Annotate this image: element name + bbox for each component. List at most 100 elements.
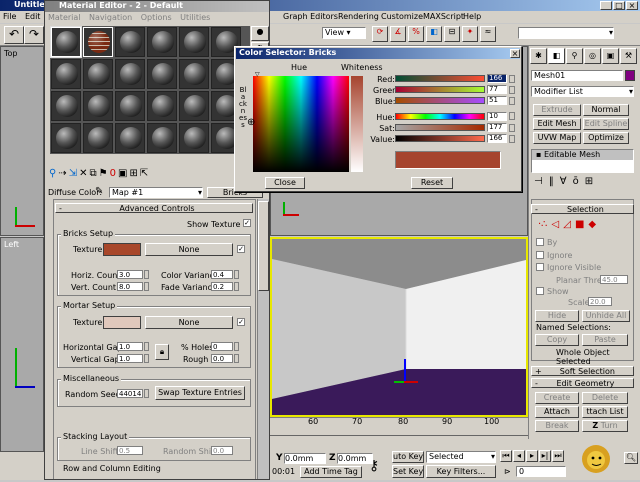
scale-field[interactable]: 20.0 [588,297,612,306]
reset-button[interactable]: Reset [411,177,453,189]
hue-field[interactable]: 10 [487,112,507,121]
color-selector-close-icon[interactable]: × [510,49,520,58]
random-seed-field[interactable]: 44014 [117,389,143,398]
remove-modifier-icon[interactable]: ō [573,176,579,190]
blue-spinner[interactable] [509,97,515,105]
render-icon[interactable]: ✦ [462,26,478,42]
stack-item[interactable]: ▪ Editable Mesh [532,150,633,160]
show-texture-checkbox[interactable]: ✓ [243,219,251,227]
value-field[interactable]: 166 [487,134,507,143]
ignore-visible-checkbox[interactable] [536,263,544,271]
random-shift-field[interactable]: 0.0 [211,446,233,455]
motion-tab-icon[interactable]: ◎ [584,48,601,64]
sat-field[interactable]: 177 [487,123,507,132]
holes-field[interactable]: 0 [211,342,233,351]
attach-button[interactable]: Attach [535,406,579,418]
configure-icon[interactable]: ⊞ [585,176,593,190]
sample-slot[interactable] [115,123,145,153]
copy-button[interactable]: Copy [535,334,579,346]
fade-variance-spinner[interactable] [234,282,239,291]
value-spinner[interactable] [509,135,515,143]
sample-slot[interactable] [147,59,177,89]
hue-slider[interactable] [395,113,485,120]
edit-geometry-rollout-header[interactable]: - Edit Geometry [531,378,634,388]
z-coordinate-field[interactable]: 0.0mm [337,453,373,464]
sample-slot[interactable] [50,26,82,58]
utilities-tab-icon[interactable]: ⚒ [620,48,637,64]
viewport-perspective[interactable] [270,237,528,417]
horizontal-gap-spinner[interactable] [144,342,149,351]
close-button[interactable]: Close [265,177,305,189]
sample-slot[interactable] [83,59,113,89]
hue-spinner[interactable] [509,112,515,120]
sample-slot[interactable] [51,91,81,121]
sample-slot[interactable] [147,123,177,153]
break-button[interactable]: Break [535,420,579,432]
color-selector-title-bar[interactable]: Color Selector: Bricks [236,48,520,59]
snap-icon[interactable]: ⟳ [372,26,388,42]
sample-slot[interactable] [147,27,177,57]
blue-field[interactable]: 51 [487,96,507,105]
key-filters-button[interactable]: Key Filters... [426,465,496,478]
fade-variance-field[interactable]: 0.2 [211,282,233,291]
ignore-checkbox[interactable] [536,251,544,259]
material-editor-title-bar[interactable]: Material Editor - 2 - Default [45,1,269,12]
put-to-scene-icon[interactable]: ⇢ [58,168,66,184]
sample-slot[interactable] [179,59,209,89]
object-name-field[interactable]: Mesh01 [531,70,623,81]
soft-selection-rollout-header[interactable]: + Soft Selection [531,366,634,376]
lock-gap-icon[interactable]: 🔒︎ [155,344,169,360]
sample-type-icon[interactable]: ● [251,26,269,41]
prev-frame-icon[interactable]: ◂ [513,450,525,462]
face-icon[interactable]: ◿ [563,219,571,231]
assign-material-icon[interactable]: ⇲ [69,168,77,184]
x-coordinate-field[interactable]: 0.0mm [284,453,326,464]
menu-edit[interactable]: Edit [25,12,41,21]
hide-button[interactable]: Hide [535,310,579,322]
green-field[interactable]: 77 [487,85,507,94]
show-map-icon[interactable]: ▣ [118,168,127,184]
sample-slot[interactable] [179,123,209,153]
hue-marker-icon[interactable]: ▽ [255,71,260,78]
bricks-map-checkbox[interactable]: ✓ [237,245,245,253]
sample-slot[interactable] [115,59,145,89]
show-end-result-icon[interactable]: ‖ [549,176,554,190]
color-variance-field[interactable]: 0.4 [211,270,233,279]
viewport-top[interactable]: Top [0,46,44,236]
add-time-tag-button[interactable]: Add Time Tag [300,466,362,478]
menu-help[interactable]: Help [463,11,481,23]
menu-options[interactable]: Options [141,13,172,22]
play-icon[interactable]: ▸ [526,450,538,462]
sample-slot[interactable] [83,91,113,121]
horizontal-gap-field[interactable]: 1.0 [117,342,143,351]
sample-slot[interactable] [115,27,145,57]
hue-blackness-picker[interactable] [253,76,349,172]
sample-slot[interactable] [83,123,113,153]
green-spinner[interactable] [509,86,515,94]
menu-graph-editors[interactable]: Graph Editors [283,11,338,23]
element-icon[interactable]: ◆ [588,219,596,231]
blue-slider[interactable] [395,97,485,104]
next-frame-icon[interactable]: ▸| [539,450,551,462]
show-end-icon[interactable]: ⊞ [129,168,137,184]
vertex-icon[interactable]: ·∴ [538,219,548,231]
sample-slot[interactable] [147,91,177,121]
planar-thresh-field[interactable]: 45.0 [600,275,628,284]
bricks-texture-map-button[interactable]: None [145,243,233,256]
menu-maxscript[interactable]: MAXScript [423,11,464,23]
go-to-start-icon[interactable]: ⏮ [500,450,512,462]
rough-field[interactable]: 0.0 [211,354,233,363]
get-material-icon[interactable]: ⚲ [49,168,56,184]
red-slider[interactable] [395,75,485,82]
sample-slot-active[interactable] [83,27,113,57]
set-key-button[interactable]: Set Key [392,465,424,478]
menu-utilities[interactable]: Utilities [180,13,210,22]
line-shift-field[interactable]: 0.5 [117,446,143,455]
sample-slot[interactable] [115,91,145,121]
whiteness-slider[interactable] [351,76,363,172]
redo-icon[interactable]: ↷ [24,26,44,44]
pin-stack-icon[interactable]: ⊣ [534,176,543,190]
uvw-map-button[interactable]: UVW Map [533,132,581,144]
mortar-texture-map-button[interactable]: None [145,316,233,329]
rough-spinner[interactable] [234,354,239,363]
